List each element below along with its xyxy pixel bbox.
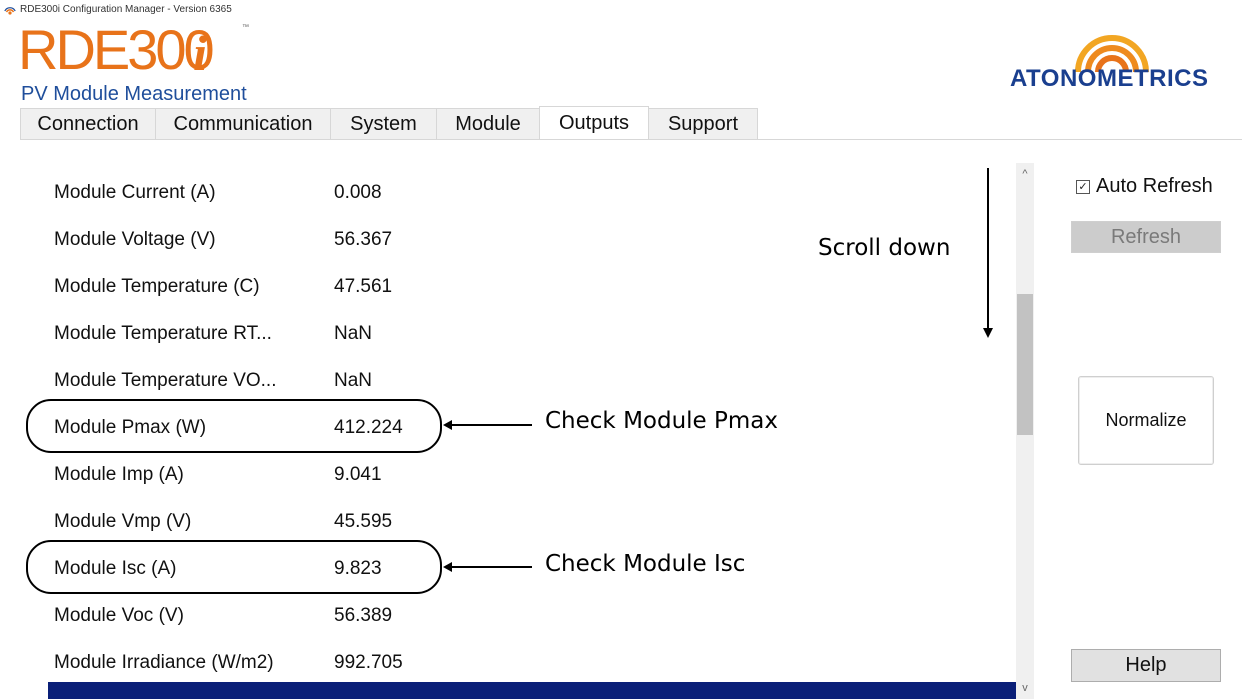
check-isc-annotation: Check Module Isc [545, 551, 746, 577]
product-logo-i: i [193, 25, 207, 81]
output-value: 9.823 [334, 558, 382, 579]
output-label: Module Vmp (V) [54, 511, 192, 532]
output-row-voc[interactable]: Module Voc (V) 56.389 [16, 592, 916, 639]
output-label: Module Pmax (W) [54, 417, 207, 438]
output-value: 47.561 [334, 276, 393, 297]
window-title-bar: RDE300i Configuration Manager - Version … [4, 1, 232, 17]
tab-outputs[interactable]: Outputs [539, 106, 649, 140]
output-label: Module Voc (V) [54, 605, 184, 626]
product-logo-text: RDE300 [18, 18, 215, 81]
output-row-temperature-vo[interactable]: Module Temperature VO... NaN [16, 357, 916, 404]
output-row-isc[interactable]: Module Isc (A) 9.823 [16, 545, 916, 592]
scroll-down-icon[interactable]: v [1016, 681, 1034, 699]
output-row-current[interactable]: Module Current (A) 0.008 [16, 169, 916, 216]
scroll-thumb[interactable] [1017, 294, 1033, 435]
output-row-temperature-rt[interactable]: Module Temperature RT... NaN [16, 310, 916, 357]
output-value: 56.367 [334, 229, 393, 250]
refresh-button[interactable]: Refresh [1071, 221, 1221, 253]
outputs-scrollbar[interactable]: ^ v [1016, 163, 1034, 699]
auto-refresh-label: Auto Refresh [1096, 175, 1213, 197]
auto-refresh-checkbox[interactable]: ✓ [1076, 179, 1090, 194]
product-logo: RDE300 i ™ PV Module Measurement [18, 18, 298, 106]
output-row-pmax[interactable]: Module Pmax (W) 412.224 [16, 404, 916, 451]
output-value: 9.041 [334, 464, 382, 485]
product-subtitle: PV Module Measurement [21, 83, 247, 105]
company-name: ATONOMETRICS [1010, 65, 1209, 92]
window-title: RDE300i Configuration Manager - Version … [20, 3, 232, 15]
tab-communication[interactable]: Communication [155, 108, 331, 140]
company-logo: ATONOMETRICS [1010, 34, 1232, 96]
help-button[interactable]: Help [1071, 649, 1221, 682]
check-pmax-annotation: Check Module Pmax [545, 408, 778, 434]
app-signal-icon [4, 3, 16, 15]
output-label: Module Current (A) [54, 182, 216, 203]
normalize-button[interactable]: Normalize [1078, 376, 1214, 465]
tab-support[interactable]: Support [648, 108, 758, 140]
output-row-temperature[interactable]: Module Temperature (C) 47.561 [16, 263, 916, 310]
output-value: 45.595 [334, 511, 393, 532]
trademark-symbol: ™ [242, 24, 249, 31]
output-value: NaN [334, 370, 373, 391]
tab-module[interactable]: Module [436, 108, 540, 140]
scroll-up-icon[interactable]: ^ [1016, 163, 1034, 181]
tab-divider [20, 139, 1242, 140]
output-value: NaN [334, 323, 373, 344]
scroll-down-annotation: Scroll down [818, 235, 951, 261]
tab-connection[interactable]: Connection [20, 108, 156, 140]
output-label: Module Voltage (V) [54, 229, 216, 250]
output-label: Module Temperature (C) [54, 276, 260, 297]
auto-refresh-toggle[interactable]: ✓ Auto Refresh [1076, 175, 1213, 198]
output-value: 56.389 [334, 605, 393, 626]
output-value: 0.008 [334, 182, 382, 203]
output-label: Module Imp (A) [54, 464, 184, 485]
output-row-vmp[interactable]: Module Vmp (V) 45.595 [16, 498, 916, 545]
output-row-voltage[interactable]: Module Voltage (V) 56.367 [16, 216, 916, 263]
tab-bar: Connection Communication System Module O… [20, 106, 758, 140]
output-row-selected[interactable] [48, 682, 1019, 699]
output-label: Module Temperature RT... [54, 323, 272, 344]
output-label: Module Isc (A) [54, 558, 177, 579]
output-value: 992.705 [334, 652, 403, 673]
output-value: 412.224 [334, 417, 403, 438]
output-row-imp[interactable]: Module Imp (A) 9.041 [16, 451, 916, 498]
output-row-irradiance[interactable]: Module Irradiance (W/m2) 992.705 [16, 639, 916, 686]
tab-system[interactable]: System [330, 108, 437, 140]
output-label: Module Irradiance (W/m2) [54, 652, 274, 673]
output-label: Module Temperature VO... [54, 370, 277, 391]
